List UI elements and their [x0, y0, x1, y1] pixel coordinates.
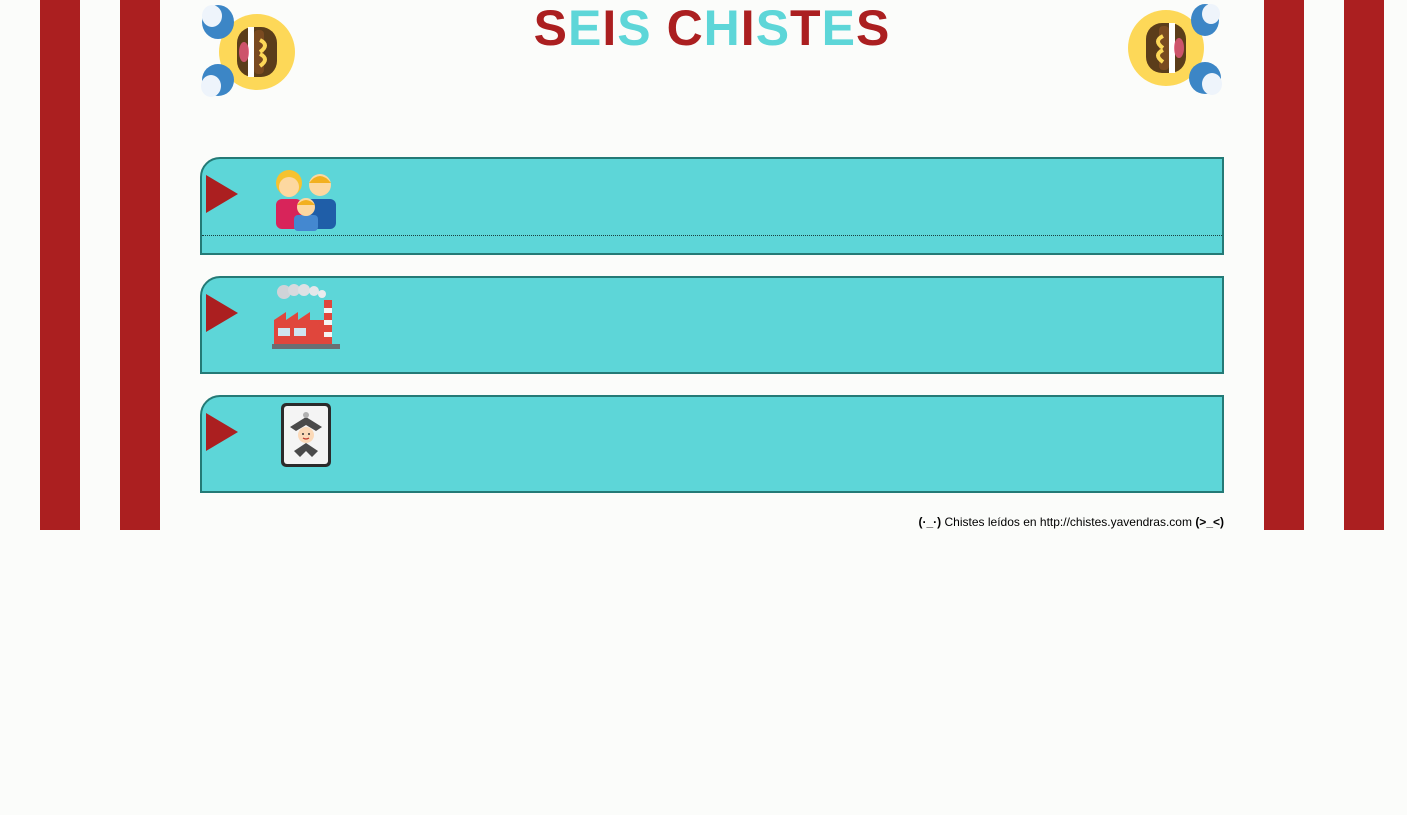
- joke-item[interactable]: [200, 395, 1224, 493]
- red-stripe: [120, 0, 160, 530]
- play-arrow-icon[interactable]: [206, 294, 238, 332]
- joker-card-icon: [281, 403, 331, 467]
- footer-text: Chistes leídos en http://chistes.yavendr…: [944, 515, 1192, 529]
- title-letter: S: [617, 0, 652, 56]
- footer: (·_·) Chistes leídos en http://chistes.y…: [200, 514, 1225, 530]
- footer-face-left: (·_·): [918, 515, 942, 529]
- red-stripe: [40, 0, 80, 530]
- play-arrow-icon[interactable]: [206, 175, 238, 213]
- factory-icon: [272, 284, 340, 349]
- page-title: SEIS CHISTES: [160, 1, 1264, 55]
- title-letter: [652, 0, 667, 56]
- title-letter: S: [755, 0, 791, 56]
- joke-divider: [202, 235, 1222, 236]
- title-letter: E: [568, 0, 603, 56]
- family-icon: [276, 170, 336, 231]
- title-letter: C: [666, 0, 704, 56]
- laughing-face-icon: [1128, 4, 1222, 95]
- title-letter: I: [602, 0, 618, 56]
- title-letter: S: [533, 0, 569, 56]
- page-content: SEIS CHISTES (·_·) Chistes leídos en htt…: [160, 0, 1264, 530]
- title-letter: T: [790, 0, 822, 56]
- footer-face-right: (>_<): [1195, 515, 1224, 529]
- red-stripe: [1344, 0, 1384, 530]
- joke-item[interactable]: [200, 157, 1224, 255]
- play-arrow-icon[interactable]: [206, 413, 238, 451]
- title-letter: I: [740, 0, 756, 56]
- red-stripe: [1264, 0, 1304, 530]
- title-letter: H: [703, 0, 741, 56]
- title-letter: E: [821, 0, 856, 56]
- joke-item[interactable]: [200, 276, 1224, 374]
- title-letter: S: [855, 0, 891, 56]
